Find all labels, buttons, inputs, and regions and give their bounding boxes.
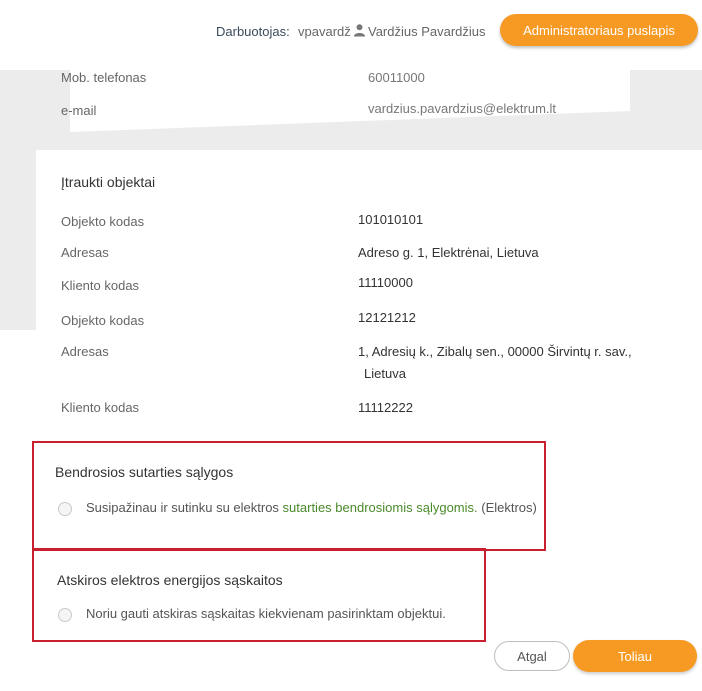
email-value: vardzius.pavardzius@elektrum.lt bbox=[368, 101, 557, 116]
object-row-label: Objekto kodas bbox=[61, 313, 145, 328]
object-row-label: Kliento kodas bbox=[61, 400, 140, 415]
object-row-label: Adresas bbox=[61, 344, 109, 359]
user-name[interactable]: Vardžius Pavardžius bbox=[368, 24, 486, 39]
invoices-title: Atskiros elektros energijos sąskaitos bbox=[57, 572, 283, 588]
object-row-value: 12121212 bbox=[358, 310, 416, 325]
admin-page-button[interactable]: Administratoriaus puslapis bbox=[500, 14, 698, 46]
user-icon bbox=[353, 24, 366, 37]
object-row-label: Objekto kodas bbox=[61, 214, 145, 229]
employee-label: Darbuotojas: bbox=[216, 24, 290, 39]
back-button[interactable]: Atgal bbox=[494, 641, 570, 671]
object-row-label: Kliento kodas bbox=[61, 278, 140, 293]
invoices-highlight bbox=[32, 548, 486, 642]
objects-title: Įtraukti objektai bbox=[61, 174, 156, 190]
terms-title: Bendrosios sutarties sąlygos bbox=[55, 464, 234, 480]
terms-text-before: Susipažinau ir sutinku su elektros bbox=[86, 500, 283, 515]
object-row-value: 1, Adresių k., Zibalų sen., 00000 Širvin… bbox=[358, 344, 632, 359]
next-button[interactable]: Toliau bbox=[573, 640, 697, 672]
object-row-value: 101010101 bbox=[358, 212, 424, 227]
object-row-value: 11112222 bbox=[358, 400, 413, 415]
object-row-value: Adreso g. 1, Elektrėnai, Lietuva bbox=[358, 245, 539, 260]
object-row-label: Adresas bbox=[61, 245, 109, 260]
terms-radio[interactable] bbox=[58, 502, 72, 516]
object-row-value-continued: Lietuva bbox=[364, 366, 406, 381]
terms-text-after: (Elektros) bbox=[477, 500, 537, 515]
email-label: e-mail bbox=[61, 103, 97, 118]
phone-label: Mob. telefonas bbox=[61, 70, 147, 85]
background-panel-left bbox=[0, 70, 40, 330]
top-bar: Darbuotojas: vpavardž Vardžius Pavardžiu… bbox=[0, 14, 702, 48]
terms-text: Susipažinau ir sutinku su elektros sutar… bbox=[86, 500, 537, 515]
invoices-text: Noriu gauti atskiras sąskaitas kiekviena… bbox=[86, 606, 446, 621]
terms-highlight bbox=[32, 441, 546, 551]
employee-username: vpavardž bbox=[298, 24, 351, 39]
terms-link[interactable]: sutarties bendrosiomis sąlygomis. bbox=[283, 500, 478, 515]
object-row-value: 11110000 bbox=[358, 275, 413, 290]
invoices-radio[interactable] bbox=[58, 608, 72, 622]
phone-value: 60011000 bbox=[368, 70, 425, 85]
